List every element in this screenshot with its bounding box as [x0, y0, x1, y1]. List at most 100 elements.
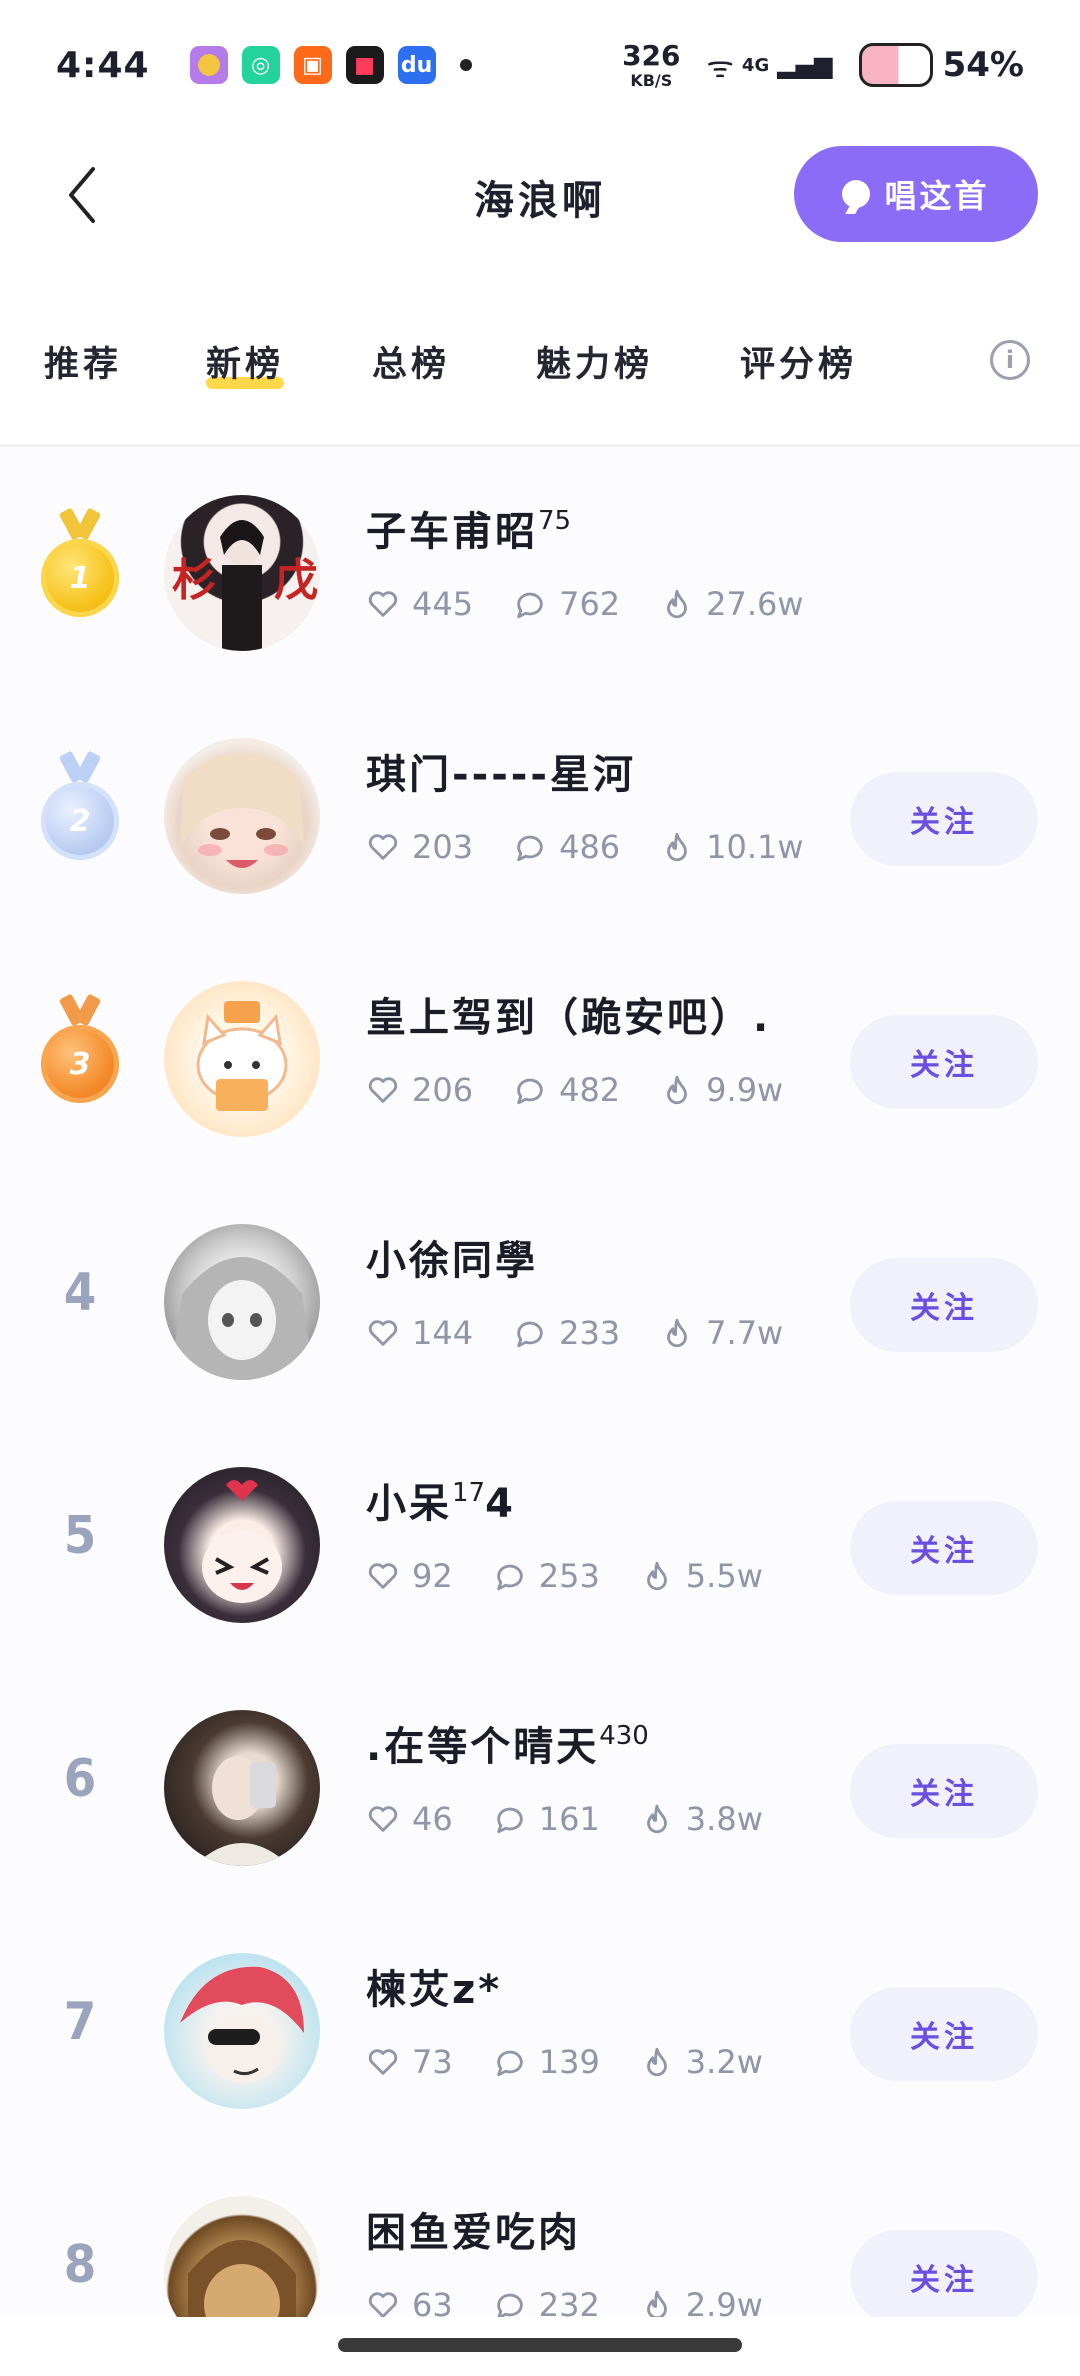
likes-stat: 203	[366, 828, 473, 866]
follow-button[interactable]: 关注	[850, 1987, 1038, 2081]
follow-button[interactable]: 关注	[850, 772, 1038, 866]
tab-charm-list[interactable]: 魅力榜	[536, 336, 653, 387]
sing-this-song-button[interactable]: 唱这首	[794, 146, 1038, 242]
ranking-tabs: 推荐 新榜 总榜 魅力榜 评分榜 i	[0, 318, 1080, 408]
rank-number: 8	[40, 2210, 120, 2317]
user-name-text: 琪门-----星河	[366, 752, 637, 798]
silver-medal-icon: 2	[41, 752, 119, 862]
app-icon-camera: ◎	[241, 46, 280, 84]
follow-button[interactable]: 关注	[850, 1258, 1038, 1352]
rank-number-text: 4	[63, 1263, 97, 1323]
likes-stat: 206	[366, 1071, 473, 1109]
chat-bubble-icon	[842, 180, 871, 208]
rank-medal: 1	[40, 509, 120, 619]
heat-count: 7.7w	[706, 1314, 784, 1352]
avatar-image	[180, 1966, 304, 2083]
avatar[interactable]	[164, 738, 320, 894]
heat-stat: 7.7w	[660, 1314, 783, 1352]
heat-stat: 3.2w	[640, 2043, 763, 2081]
list-item[interactable]: 7 楝炗z* 73 139 3.2w 关注	[0, 1905, 1080, 2148]
heat-stat: 3.8w	[640, 1800, 763, 1838]
tab-score-list[interactable]: 评分榜	[740, 336, 857, 387]
signal-icons: ᯤ 4G ▂▄▆	[707, 45, 833, 86]
home-indicator[interactable]	[338, 2338, 742, 2352]
comments-stat: 139	[493, 2043, 600, 2081]
comment-icon	[517, 592, 543, 619]
user-level: 430	[599, 1721, 649, 1751]
heat-stat: 27.6w	[660, 585, 804, 623]
tab-recommended[interactable]: 推荐	[44, 336, 122, 387]
list-item[interactable]: 6 .在等个晴天430 46 161 3.8w 关注	[0, 1662, 1080, 1905]
follow-button[interactable]: 关注	[850, 2230, 1038, 2317]
wifi-icon: ᯤ	[706, 49, 734, 85]
likes-stat: 63	[366, 2286, 453, 2317]
avatar[interactable]	[164, 1710, 320, 1866]
rank-medal: 3	[40, 995, 120, 1105]
user-name[interactable]: 小呆174	[366, 1471, 516, 1529]
avatar[interactable]	[164, 2196, 320, 2317]
avatar-image	[188, 2240, 296, 2317]
heat-count: 5.5w	[685, 1557, 763, 1595]
follow-button[interactable]: 关注	[850, 1744, 1038, 1838]
info-icon[interactable]: i	[990, 340, 1030, 380]
rank-number-text: 7	[63, 1992, 97, 2052]
user-name[interactable]: 小徐同學	[366, 1228, 538, 1286]
avatar[interactable]: 杉 戊	[164, 495, 320, 651]
comments-count: 482	[559, 1071, 621, 1109]
likes-count: 206	[412, 1071, 474, 1109]
avatar[interactable]	[164, 1467, 320, 1623]
likes-count: 92	[412, 1557, 453, 1595]
avatar[interactable]	[164, 1224, 320, 1380]
signal-icon: ▂▄▆	[777, 51, 833, 79]
likes-count: 445	[412, 585, 474, 623]
heart-icon	[368, 2292, 398, 2317]
user-name[interactable]: 琪门-----星河	[366, 742, 636, 800]
avatar-image	[196, 1001, 288, 1111]
heat-count: 3.2w	[685, 2043, 763, 2081]
user-stats: 144 233 7.7w	[366, 1314, 823, 1352]
likes-stat: 73	[366, 2043, 453, 2081]
follow-button[interactable]: 关注	[850, 1015, 1038, 1109]
user-stats: 73 139 3.2w	[366, 2043, 803, 2081]
app-icon-video: ■	[345, 46, 384, 84]
list-item[interactable]: 5 小呆174 92 253 5.5w 关注	[0, 1419, 1080, 1662]
battery-percent: 54%	[942, 45, 1024, 85]
list-item[interactable]: 3 皇上驾到（跪安吧）. 206 482 9.9w 关注	[0, 933, 1080, 1176]
list-item[interactable]: 8 困鱼爱吃肉 63 232 2.9w 关注	[0, 2148, 1080, 2317]
status-bar: 4:44 ◎ ▣ ■ du 326 KB/S ᯤ 4G ▂▄▆ 54%	[0, 0, 1080, 130]
avatar[interactable]	[164, 981, 320, 1137]
user-stats: 92 253 5.5w	[366, 1557, 803, 1595]
tab-total-list[interactable]: 总榜	[372, 336, 450, 387]
list-item[interactable]: 1 杉 戊 子车甫昭75 445 762 27.6w	[0, 447, 1080, 690]
user-name-text: 楝炗z*	[366, 1967, 503, 2013]
user-name[interactable]: 困鱼爱吃肉	[366, 2200, 581, 2258]
flame-icon	[667, 832, 688, 862]
likes-count: 63	[412, 2286, 453, 2317]
heart-icon	[368, 834, 398, 860]
battery: 54%	[858, 43, 1024, 87]
user-name[interactable]: 楝炗z*	[366, 1957, 502, 2015]
user-name-suffix: 4	[485, 1481, 516, 1527]
comments-stat: 161	[493, 1800, 600, 1838]
avatar[interactable]	[164, 1953, 320, 2109]
heart-icon	[368, 1077, 398, 1103]
likes-stat: 92	[366, 1557, 453, 1595]
app-icon-kuaishou: ▣	[293, 46, 332, 84]
tab-new-list[interactable]: 新榜	[206, 336, 285, 389]
svg-text:戊: 戊	[274, 555, 318, 606]
heat-stat: 9.9w	[660, 1071, 783, 1109]
rank-number: 5	[40, 1481, 120, 1591]
likes-count: 203	[412, 828, 474, 866]
list-item[interactable]: 2 琪门-----星河 203 486 10.1w 关注	[0, 690, 1080, 933]
user-name[interactable]: .在等个晴天430	[366, 1714, 649, 1772]
comments-count: 139	[538, 2043, 600, 2081]
likes-stat: 445	[366, 585, 473, 623]
user-name[interactable]: 子车甫昭75	[366, 499, 571, 557]
user-name[interactable]: 皇上驾到（跪安吧）.	[366, 985, 771, 1043]
likes-count: 144	[412, 1314, 474, 1352]
list-item[interactable]: 4 小徐同學 144 233 7.7w 关注	[0, 1176, 1080, 1419]
likes-stat: 144	[366, 1314, 473, 1352]
follow-button[interactable]: 关注	[850, 1501, 1038, 1595]
rank-number: 4	[40, 1238, 120, 1348]
comments-count: 232	[538, 2286, 600, 2317]
